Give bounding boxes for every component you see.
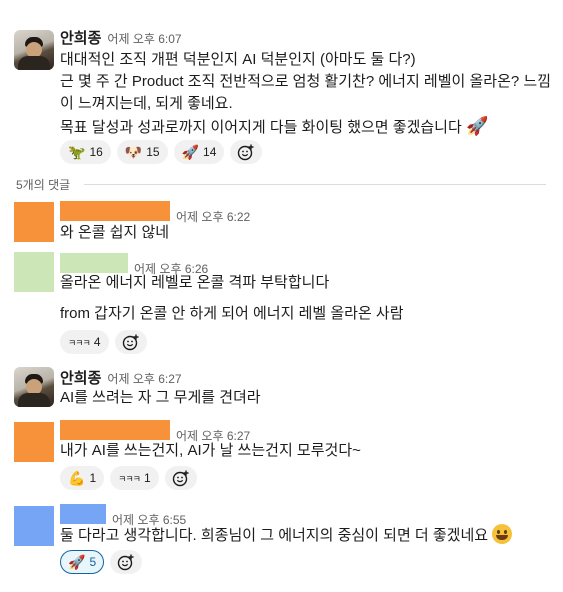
avatar[interactable] <box>14 30 54 70</box>
author-name[interactable]: 안희종 <box>60 367 101 388</box>
avatar[interactable] <box>14 506 54 546</box>
add-reaction-button[interactable] <box>114 330 147 354</box>
reaction-pill[interactable]: 💪 1 <box>60 466 105 490</box>
reply-message: 어제 오후 6:27 내가 AI를 쓰는건지, AI가 날 쓰는건지 모루것다~… <box>0 416 563 494</box>
reaction-pill[interactable]: 🦖 16 <box>60 140 111 164</box>
avatar[interactable] <box>14 202 54 242</box>
message-text: AI를 쓰려는 자 그 무게를 견뎌라 <box>60 389 261 406</box>
add-reaction-icon <box>122 334 139 351</box>
add-reaction-button[interactable] <box>110 550 143 574</box>
rocket-icon: 🚀 <box>465 116 489 136</box>
avatar[interactable] <box>14 252 54 292</box>
add-reaction-button[interactable] <box>230 140 263 164</box>
message-text-line: 이 느껴지는데, 되게 좋네요. <box>60 95 233 112</box>
message-text: 내가 AI를 쓰는건지, AI가 날 쓰는건지 모루것다~ <box>60 442 361 459</box>
message-parent: 안희종 어제 오후 6:07 대대적인 조직 개편 덕분인지 AI 덕분인지 (… <box>0 0 563 170</box>
message-text: from 갑자기 온콜 안 하게 되어 에너지 레벨 올라온 사람 <box>60 305 404 322</box>
reply-count: 5개의 댓글 <box>16 176 79 193</box>
reaction-pill[interactable]: 🐶 15 <box>116 140 168 164</box>
add-reaction-button[interactable] <box>164 466 197 490</box>
message-text-line: 근 몇 주 간 Product 조직 전반적으로 엄청 활기찬? 에너지 레벨이… <box>60 73 551 90</box>
avatar[interactable] <box>14 367 54 407</box>
reply-message: 어제 오후 6:22 와 온콜 쉽지 않네 <box>0 196 563 246</box>
reaction-pill[interactable]: ㅋㅋㅋ 1 <box>110 466 159 490</box>
message-text: 와 온콜 쉽지 않네 <box>60 224 170 241</box>
kkk-icon: ㅋㅋㅋ <box>118 473 141 484</box>
dinosaur-icon: 🦖 <box>68 144 86 160</box>
reaction-pill-active[interactable]: 🚀 5 <box>60 550 105 574</box>
replies-divider: 5개의 댓글 <box>14 176 546 194</box>
author-name[interactable]: 안희종 <box>60 27 101 48</box>
dog-icon: 🐶 <box>124 144 143 160</box>
message-text-line: 대대적인 조직 개편 덕분인지 AI 덕분인지 (아마도 둘 다?) <box>60 51 416 68</box>
rocket-icon: 🚀 <box>68 554 86 570</box>
grinning-face-icon <box>492 524 513 544</box>
reply-message: 안희종 어제 오후 6:27 AI를 쓰려는 자 그 무게를 견뎌라 <box>0 362 563 412</box>
reaction-pill[interactable]: ㅋㅋㅋ 4 <box>60 330 109 354</box>
add-reaction-icon <box>238 144 254 161</box>
reaction-pill[interactable]: 🚀 14 <box>173 140 225 164</box>
author-name-redacted[interactable] <box>60 253 128 273</box>
timestamp[interactable]: 어제 오후 6:27 <box>107 370 181 387</box>
message-text-line: 목표 달성과 성과로까지 이어지게 다들 화이팅 했으면 좋겠습니다 🚀 <box>60 116 489 136</box>
message-text: 올라온 에너지 레벨로 온콜 격파 부탁합니다 <box>60 274 330 291</box>
author-name-redacted[interactable] <box>60 201 170 221</box>
reply-message: 어제 오후 6:55 둘 다라고 생각합니다. 희종님이 그 에너지의 중심이 … <box>0 500 563 580</box>
rocket-icon: 🚀 <box>181 144 200 160</box>
message-text: 둘 다라고 생각합니다. 희종님이 그 에너지의 중심이 되면 더 좋겠네요 <box>60 524 540 547</box>
author-name-redacted[interactable] <box>60 420 170 440</box>
reply-message: 어제 오후 6:26 올라온 에너지 레벨로 온콜 격파 부탁합니다 from … <box>0 250 563 355</box>
add-reaction-icon <box>117 554 134 571</box>
kkk-icon: ㅋㅋㅋ <box>68 337 91 348</box>
avatar[interactable] <box>14 422 54 462</box>
author-name-redacted[interactable] <box>60 504 106 524</box>
flexed-biceps-icon: 💪 <box>68 470 86 486</box>
timestamp[interactable]: 어제 오후 6:07 <box>107 30 181 47</box>
add-reaction-icon <box>172 470 189 487</box>
